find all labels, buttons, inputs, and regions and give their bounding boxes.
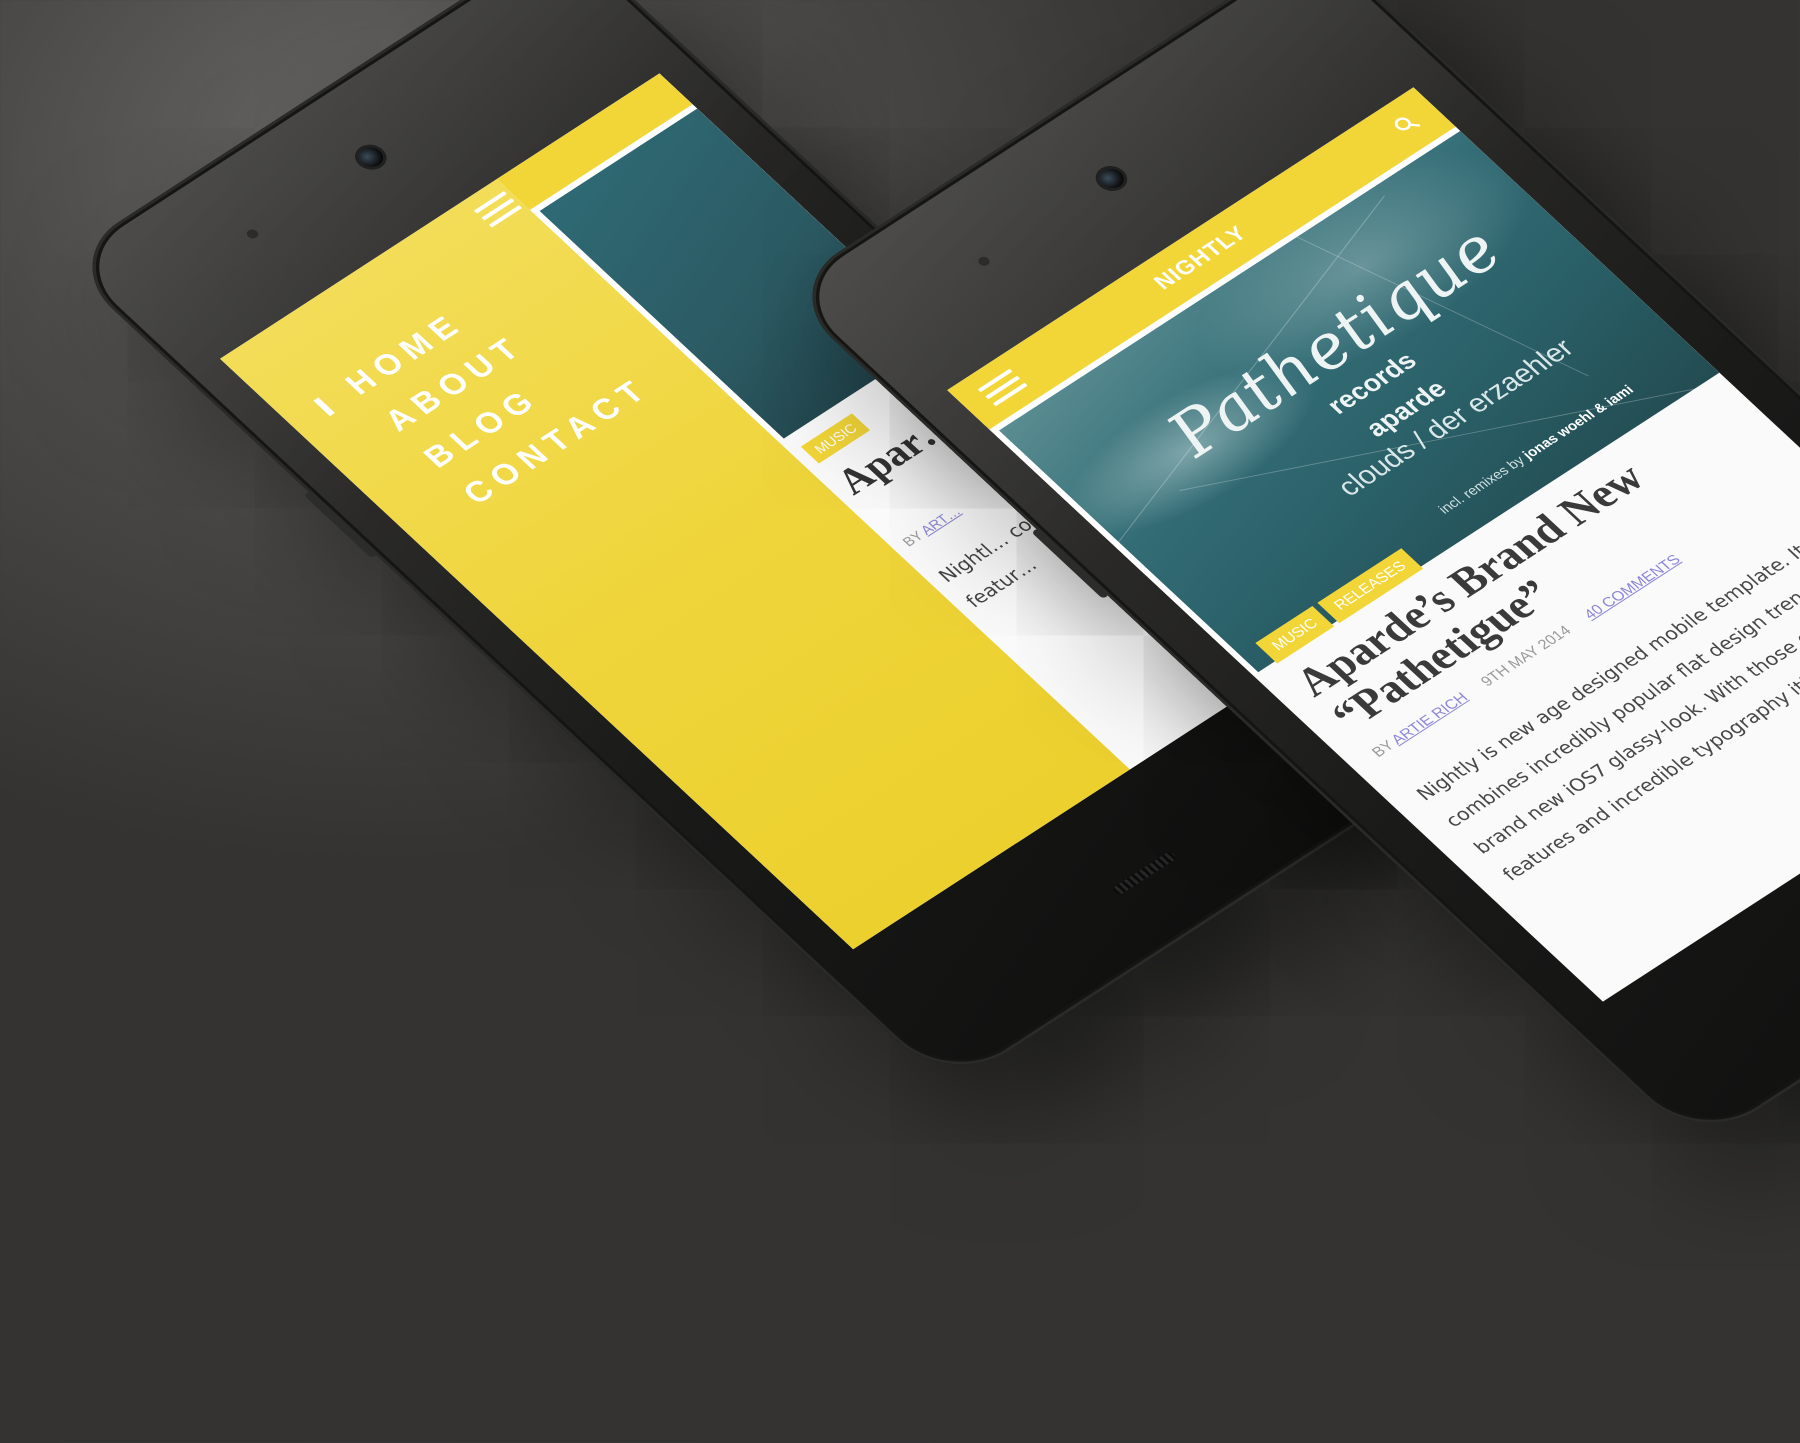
speaker-grille	[1111, 850, 1178, 896]
peek-author-link[interactable]: ART…	[917, 504, 964, 538]
peek-byline: BY ART…	[899, 504, 964, 550]
front-camera	[1093, 164, 1129, 193]
proximity-sensor	[244, 227, 261, 241]
menu-list: HOME ABOUT BLOG CONTACT	[331, 255, 664, 516]
hero-credits-prefix: incl. remixes by	[1434, 452, 1528, 517]
front-camera	[353, 143, 389, 171]
volume-button[interactable]	[303, 490, 379, 559]
hero-credits-names: jonas woehl & iami	[1518, 381, 1637, 462]
proximity-sensor	[975, 255, 992, 268]
